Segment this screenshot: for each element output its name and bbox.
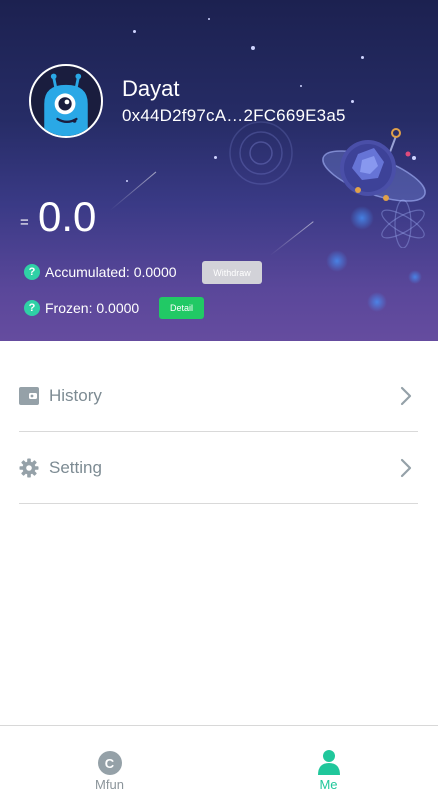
wallet-address[interactable]: 0x44D2f97cA…2FC669E3a5 [122,106,346,126]
star-decoration [208,18,210,20]
wallet-icon [19,387,39,405]
detail-button[interactable]: Detail [159,297,204,319]
balance-value: 0.0 [38,193,97,240]
user-name: Dayat [122,76,180,101]
star-decoration [251,46,255,50]
star-decoration [361,56,364,59]
ufo-illustration [322,128,426,248]
star-decoration [351,100,354,103]
chevron-right-icon [400,386,412,406]
profile-header: Dayat 0x44D2f97cA…2FC669E3a5 = 0.0 ? Acc… [0,0,438,341]
chevron-right-icon [400,458,412,478]
person-icon [317,750,340,775]
star-decoration [300,85,302,87]
menu-item-history[interactable]: History [19,361,418,432]
tab-me[interactable]: Me [219,726,438,792]
star-decoration [214,156,217,159]
tab-label: Mfun [95,777,124,792]
mfun-logo-icon: C [97,751,122,775]
target-decoration [229,121,293,185]
glow-decoration [408,270,422,284]
withdraw-button[interactable]: Withdraw [202,261,262,284]
star-decoration [126,180,128,182]
menu-item-setting[interactable]: Setting [19,433,418,504]
glow-decoration [326,250,348,272]
bottom-tab-bar: C Mfun Me [0,725,438,800]
balance-prefix: = [20,214,29,231]
frozen-row: ? Frozen: 0.0000 [24,300,139,316]
help-icon[interactable]: ? [24,264,40,280]
profile-page: Dayat 0x44D2f97cA…2FC669E3a5 = 0.0 ? Acc… [0,0,438,800]
tab-mfun[interactable]: C Mfun [0,726,219,792]
star-decoration [133,30,136,33]
menu-item-label: Setting [49,458,102,477]
frozen-label: Frozen: 0.0000 [45,300,140,316]
help-icon[interactable]: ? [24,300,40,316]
glow-decoration [367,292,387,312]
shooting-star [269,221,314,256]
accumulated-label: Accumulated: 0.0000 [45,264,177,280]
tab-label: Me [319,777,338,792]
monster-avatar-icon [44,73,88,136]
shooting-star [109,171,157,211]
accumulated-row: ? Accumulated: 0.0000 [24,264,177,280]
menu-item-label: History [49,386,102,405]
avatar[interactable] [29,64,103,138]
gear-icon [19,458,39,478]
